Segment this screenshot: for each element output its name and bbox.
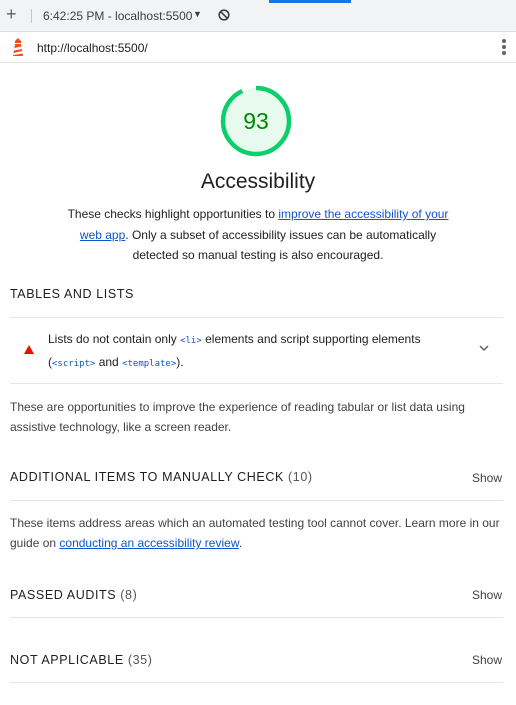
plus-icon[interactable]: + [6,5,17,23]
tables-lists-description: These are opportunities to improve the e… [10,400,465,434]
chevron-down-icon[interactable] [479,345,489,352]
report-url-bar: http://localhost:5500/ [0,33,516,63]
manual-show-button[interactable]: Show [472,471,502,485]
passed-show-button[interactable]: Show [472,588,502,602]
not-applicable-heading[interactable]: NOT APPLICABLE (35) [10,653,153,667]
divider [10,383,503,384]
score-gauge: 93 [219,84,293,158]
manual-check-description: These items address areas which an autom… [10,516,500,550]
caret-down-icon[interactable]: ▼ [193,9,202,19]
category-description: These checks highlight opportunities to … [67,207,449,262]
block-icon[interactable] [218,9,230,21]
passed-audits-heading[interactable]: PASSED AUDITS (8) [10,588,137,602]
not-applicable-show-button[interactable]: Show [472,653,502,667]
divider [10,500,503,501]
audited-url[interactable]: http://localhost:5500/ [37,41,148,55]
report-toolbar: + 6:42:25 PM - localhost:5500 ▼ [0,0,516,32]
tables-lists-heading: TABLES AND LISTS [10,287,134,301]
list-audit-item[interactable]: Lists do not contain only <li> elements … [10,318,503,383]
audit-title: Lists do not contain only <li> elements … [48,332,421,369]
toolbar-divider [31,9,32,23]
kebab-menu-icon[interactable] [502,39,506,57]
score-value: 93 [243,108,269,134]
category-title: Accessibility [200,170,316,193]
accessibility-review-link[interactable]: conducting an accessibility review [59,536,238,550]
divider [10,682,503,683]
fail-triangle-icon [24,345,34,354]
active-tab-indicator [269,0,351,3]
report-session-select[interactable]: 6:42:25 PM - localhost:5500 [43,9,192,23]
manual-check-heading[interactable]: ADDITIONAL ITEMS TO MANUALLY CHECK (10) [10,470,313,484]
divider [10,617,503,618]
lighthouse-icon [13,38,23,56]
